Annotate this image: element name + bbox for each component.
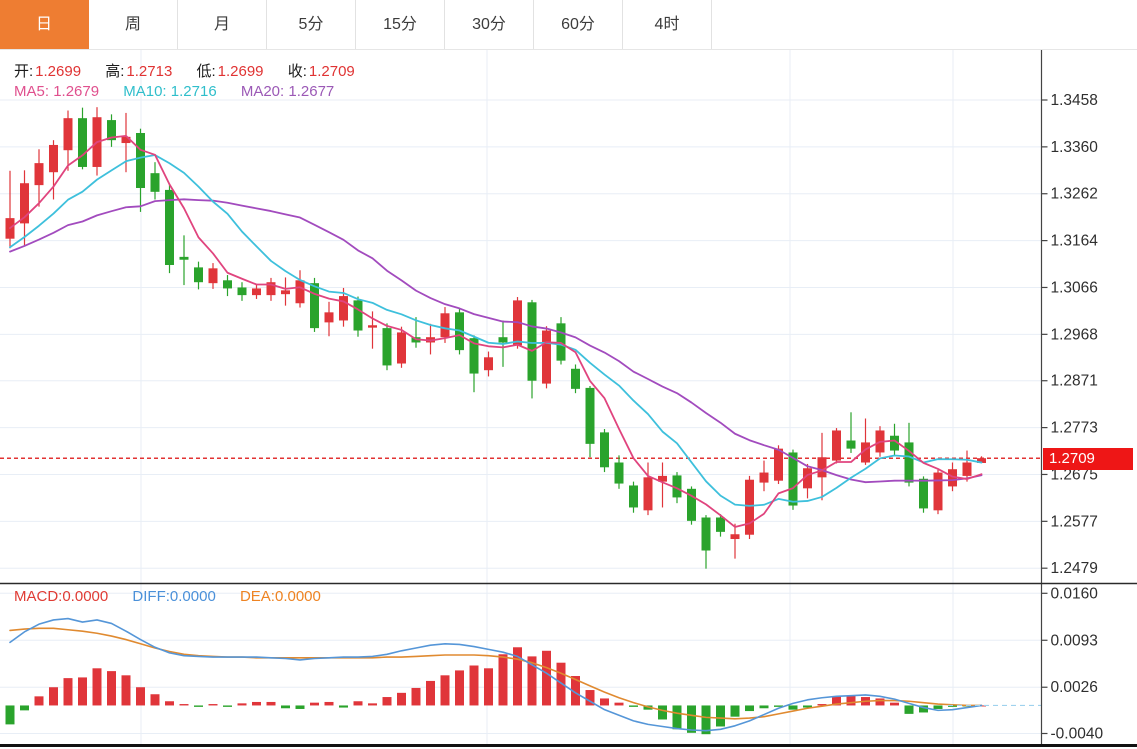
ma10-readout: MA10: 1.2716 — [123, 83, 216, 100]
dea-readout: DEA:0.0000 — [240, 588, 321, 605]
diff-readout: DIFF:0.0000 — [132, 588, 215, 605]
macd-readout: MACD:0.0000 — [14, 588, 108, 605]
svg-text:1.2577: 1.2577 — [1051, 513, 1098, 530]
ma-legend: MA5: 1.2679 MA10: 1.2716 MA20: 1.2677 — [14, 83, 354, 100]
svg-text:-0.0040: -0.0040 — [1051, 726, 1104, 743]
macd-legend: MACD:0.0000 DIFF:0.0000 DEA:0.0000 — [14, 588, 341, 605]
trading-chart-window: 日 周 月 5分 15分 30分 60分 4时 1.34581.33601.32… — [0, 0, 1137, 749]
ma5-line — [10, 136, 982, 527]
svg-text:0.0093: 0.0093 — [1051, 632, 1098, 649]
svg-text:1.3164: 1.3164 — [1051, 233, 1099, 250]
close-readout: 收:1.2709 — [288, 60, 355, 81]
high-readout: 高:1.2713 — [105, 60, 172, 81]
svg-text:1.3360: 1.3360 — [1051, 139, 1099, 156]
ma5-readout: MA5: 1.2679 — [14, 83, 99, 100]
svg-text:1.2871: 1.2871 — [1051, 373, 1098, 390]
svg-text:1.3458: 1.3458 — [1051, 92, 1098, 109]
low-readout: 低:1.2699 — [196, 60, 263, 81]
svg-text:1.2968: 1.2968 — [1051, 326, 1098, 343]
ohlc-legend: 开:1.2699 高:1.2713 低:1.2699 收:1.2709 — [14, 60, 375, 81]
last-price-badge: 1.2709 — [1043, 448, 1133, 470]
chart-canvas[interactable]: 1.3458 1.3360 1.3262 1.3164 1.3066 1.2968 1.28… — [0, 0, 1137, 749]
svg-text:1.3066: 1.3066 — [1051, 279, 1098, 296]
open-readout: 开:1.2699 — [14, 60, 81, 81]
svg-text:1.2773: 1.2773 — [1051, 420, 1098, 437]
macd-histogram — [6, 647, 987, 734]
diff-line — [10, 619, 982, 731]
svg-text:1.3262: 1.3262 — [1051, 186, 1098, 203]
ma20-readout: MA20: 1.2677 — [241, 83, 334, 100]
right-axis: 1.3458 1.3360 1.3262 1.3164 1.3066 1.2968 1.28… — [1042, 50, 1104, 746]
gridlines — [0, 50, 1041, 746]
svg-text:0.0026: 0.0026 — [1051, 679, 1098, 696]
svg-text:1.2479: 1.2479 — [1051, 560, 1098, 577]
panel-borders — [0, 584, 1137, 746]
svg-text:0.0160: 0.0160 — [1051, 585, 1099, 602]
candles — [6, 107, 987, 569]
